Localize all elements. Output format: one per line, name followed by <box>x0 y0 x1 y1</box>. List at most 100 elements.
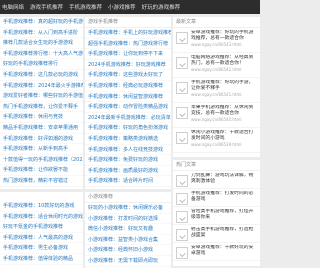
article-card[interactable]: 射击类手机游戏推荐，打造枪战盛宴 <box>173 225 260 243</box>
article-url: www.ngay.cn/86541.html <box>191 92 242 97</box>
left-panel-2: 手机游戏推荐：10款好玩的游戏 手机游戏推荐：适合休闲时光的游戏 好玩不氪金的手… <box>0 192 83 268</box>
list-item[interactable]: 手机游戏推荐：让你玩到停不下来 <box>85 49 171 60</box>
list-item[interactable]: 手机游戏推荐排行榜：十大高人气游戏 <box>0 49 83 60</box>
list-item[interactable]: 手机游戏推荐：休闲益智游戏推荐 <box>85 92 171 103</box>
image-placeholder-icon <box>176 193 188 205</box>
article-url: www.ngay.cn/86539.html <box>191 142 242 147</box>
list-item[interactable]: 热门游戏推荐，精彩不容错过 <box>0 176 83 187</box>
list-item[interactable]: 微信小游戏推荐：好玩又有趣 <box>85 224 171 235</box>
list-item[interactable]: 手机游戏推荐：值得体验的精品 <box>0 254 83 265</box>
list-item[interactable]: 手机游戏推荐：多人在线竞技游戏 <box>85 145 171 156</box>
list-item[interactable]: 十款值得一玩的手机游戏推荐（2023） <box>0 155 83 166</box>
list-item[interactable]: 超强手机游戏推荐：热门游戏排行榜 <box>85 39 171 50</box>
article-url: www.ngay.cn/86542.html <box>191 67 242 72</box>
image-placeholder-icon <box>176 107 188 119</box>
nav-item[interactable]: 电脑网络 <box>2 3 24 11</box>
article-card[interactable]: 电脑网络游戏推荐：从经典到热门，总有一款适合你！ www.ngay.cn/865… <box>173 53 260 78</box>
nav-item[interactable]: 好玩的游戏推荐 <box>142 3 181 11</box>
list-item[interactable]: 手机游戏推荐：10款好玩的游戏 <box>0 201 83 212</box>
list-item[interactable]: 好玩的手机游戏推荐排行 <box>0 59 83 70</box>
list-item[interactable]: 手机游戏推荐：经典必玩游戏推荐 <box>85 81 171 92</box>
list-item[interactable]: 手机游戏推荐：从入门到高手进阶 <box>0 28 83 39</box>
article-list: 好玩的小游戏推荐：休闲娱乐必备 小游戏推荐：打发时间的好选择 微信小游戏推荐：好… <box>85 203 171 267</box>
left-panel-1: 手机游戏推荐：真的超好玩的手机游戏 手机游戏推荐：从入门到高手进阶 推荐几款适合… <box>0 17 83 189</box>
right-sidebar: 最新文章 安卓游戏推荐：好玩的手机游戏推荐，总有一款适合你 www.ngay.c… <box>173 17 260 266</box>
article-title[interactable]: 冒险类手机游戏推荐，打怪升级等你来 <box>191 209 257 221</box>
article-title[interactable]: 安卓游戏推荐：好玩的手机游戏推荐，总有一款适合你 <box>191 30 257 42</box>
list-item[interactable]: 手机游戏推荐：这几款必玩的游戏 <box>0 70 83 81</box>
article-card[interactable]: 休闲小游戏推荐：十款适合打发时间的小游戏 www.ngay.cn/86539.h… <box>173 128 260 153</box>
nav-item[interactable]: 小游戏推荐 <box>108 3 136 11</box>
article-card[interactable]: 手机游戏推荐：好玩的手游，让你爱不释手 www.ngay.cn/86541.ht… <box>173 78 260 103</box>
article-list: 手机游戏推荐：10款好玩的游戏 手机游戏推荐：适合休闲时光的游戏 好玩不氪金的手… <box>0 192 83 265</box>
list-item[interactable]: 2024年最新手机游戏推荐：必玩清单 <box>85 113 171 124</box>
list-item[interactable]: 精品手机游戏推荐：安卓苹果通用 <box>0 123 83 134</box>
article-title[interactable]: 射击类手机游戏推荐，打造枪战盛宴 <box>191 227 257 239</box>
list-item[interactable]: 手机游戏推荐：男生必备游戏 <box>0 243 83 254</box>
image-placeholder-icon <box>176 175 188 187</box>
article-card[interactable]: 安卓游戏推荐：好玩的手机游戏推荐，总有一款适合你 www.ngay.cn/865… <box>173 28 260 53</box>
image-placeholder-icon <box>176 247 188 259</box>
list-item[interactable]: 手机游戏推荐：动作冒险类精品游戏 <box>85 102 171 113</box>
list-item[interactable]: 手机游戏推荐：真的超好玩的手机游戏 <box>0 17 83 28</box>
article-card[interactable]: 苹果手机游戏推荐：从休闲到竞技，总有一款适合你 www.ngay.cn/8654… <box>173 103 260 128</box>
article-card[interactable]: 手机游戏推荐：打发时间的必备游戏 <box>173 189 260 207</box>
image-placeholder-icon <box>176 82 188 94</box>
list-item[interactable]: 手机游戏推荐：适合碎片时间 <box>85 176 171 187</box>
list-item[interactable]: 手机游戏推荐：画质最好的游戏 <box>85 166 171 177</box>
list-item[interactable]: 小游戏推荐：无需下载即点即玩 <box>85 256 171 267</box>
list-item[interactable]: 游戏爱好者推荐：哪些好玩的手游值得下载 <box>0 91 83 102</box>
article-title[interactable]: 手机游戏推荐：打发时间的必备游戏 <box>191 191 257 203</box>
list-item[interactable]: 手机游戏推荐：策略类游戏精选 <box>85 134 171 145</box>
section-title: 热门文章 <box>173 160 260 171</box>
list-item[interactable]: 手机游戏推荐：手机上的好玩游戏推荐 <box>85 28 171 39</box>
list-item[interactable]: 好玩的小游戏推荐：休闲娱乐必备 <box>85 203 171 214</box>
nav-item[interactable]: 游戏手机推荐 <box>30 3 63 11</box>
article-title[interactable]: 休闲小游戏推荐：十款适合打发时间的小游戏 <box>191 130 257 142</box>
section-title[interactable]: 游戏手机推荐 <box>85 17 171 28</box>
list-item[interactable]: 好玩不氪金的手机游戏推荐 <box>0 222 83 233</box>
list-item[interactable]: 手机游戏推荐：免费好玩的游戏 <box>85 155 171 166</box>
list-item[interactable]: 手机游戏推荐：这些游戏太好玩了 <box>85 70 171 81</box>
list-item[interactable]: 推荐几款适合女生玩的手游游戏 <box>0 38 83 49</box>
article-card[interactable]: 安卓游戏推荐：十款好玩的安卓游戏 <box>173 243 260 261</box>
list-item[interactable]: 手机游戏推荐：好玩的角色扮演游戏 <box>85 123 171 134</box>
image-placeholder-icon <box>176 229 188 241</box>
mid-panel-2: 小游戏推荐 好玩的小游戏推荐：休闲娱乐必备 小游戏推荐：打发时间的好选择 微信小… <box>85 192 171 268</box>
article-title[interactable]: 安卓游戏推荐：十款好玩的安卓游戏 <box>191 245 257 257</box>
list-item[interactable]: 手机游戏推荐：好评如潮的游戏 <box>0 134 83 145</box>
list-item[interactable]: 热门手机游戏推荐，让你爱不释手 <box>0 102 83 113</box>
hot-articles-panel: 热门文章 刀剑乱舞：游戏玩法详解，畅爽刺激体验 手机游戏推荐：打发时间的必备游戏… <box>173 160 260 266</box>
article-url: www.ngay.cn/86543.html <box>191 42 242 47</box>
list-item[interactable]: 手机游戏推荐：从新手到高手 <box>0 144 83 155</box>
image-placeholder-icon <box>176 57 188 69</box>
article-card[interactable]: 冒险类手机游戏推荐，打怪升级等你来 <box>173 207 260 225</box>
list-item[interactable]: 手机游戏推荐：人气最高的游戏 <box>0 233 83 244</box>
list-item[interactable]: 手机游戏推荐：休闲与竞技 <box>0 112 83 123</box>
list-item[interactable]: 小游戏推荐：经典怀旧小游戏 <box>85 245 171 256</box>
left-column: 手机游戏推荐：真的超好玩的手机游戏 手机游戏推荐：从入门到高手进阶 推荐几款适合… <box>0 17 83 268</box>
top-nav: 电脑网络 游戏手机推荐 手机游戏推荐 小游戏推荐 好玩的游戏推荐 <box>0 0 260 14</box>
middle-column: 游戏手机推荐 手机游戏推荐：手机上的好玩游戏推荐 超强手机游戏推荐：热门游戏排行… <box>85 17 171 268</box>
section-title: 最新文章 <box>173 17 260 28</box>
article-list: 手机游戏推荐：真的超好玩的手机游戏 手机游戏推荐：从入门到高手进阶 推荐几款适合… <box>0 17 83 187</box>
article-url: www.ngay.cn/86540.html <box>191 117 242 122</box>
article-card[interactable]: 刀剑乱舞：游戏玩法详解，畅爽刺激体验 <box>173 171 260 189</box>
article-title[interactable]: 手机游戏推荐：好玩的手游，让你爱不释手 <box>191 80 257 92</box>
section-title[interactable]: 小游戏推荐 <box>85 192 171 203</box>
article-title[interactable]: 苹果手机游戏推荐：从休闲到竞技，总有一款适合你 <box>191 105 257 117</box>
article-list: 手机游戏推荐：手机上的好玩游戏推荐 超强手机游戏推荐：热门游戏排行榜 手机游戏推… <box>85 28 171 187</box>
article-title[interactable]: 电脑网络游戏推荐：从经典到热门，总有一款适合你！ <box>191 55 257 67</box>
image-placeholder-icon <box>176 32 188 44</box>
list-item[interactable]: 手机游戏推荐：适合休闲时光的游戏 <box>0 212 83 223</box>
list-item[interactable]: 2024手机游戏推荐：好玩游戏推荐 <box>85 60 171 71</box>
list-item[interactable]: 小游戏推荐：益智类小游戏合集 <box>85 235 171 246</box>
article-title[interactable]: 刀剑乱舞：游戏玩法详解，畅爽刺激体验 <box>191 173 257 185</box>
image-placeholder-icon <box>176 132 188 144</box>
list-item[interactable]: 手机游戏推荐：让你欲罢不能 <box>0 165 83 176</box>
list-item[interactable]: 手机游戏推荐：2024年最火手游推荐 <box>0 81 83 92</box>
mid-panel-1: 游戏手机推荐 手机游戏推荐：手机上的好玩游戏推荐 超强手机游戏推荐：热门游戏排行… <box>85 17 171 189</box>
nav-item[interactable]: 手机游戏推荐 <box>69 3 102 11</box>
image-placeholder-icon <box>176 211 188 223</box>
list-item[interactable]: 小游戏推荐：打发时间的好选择 <box>85 214 171 225</box>
